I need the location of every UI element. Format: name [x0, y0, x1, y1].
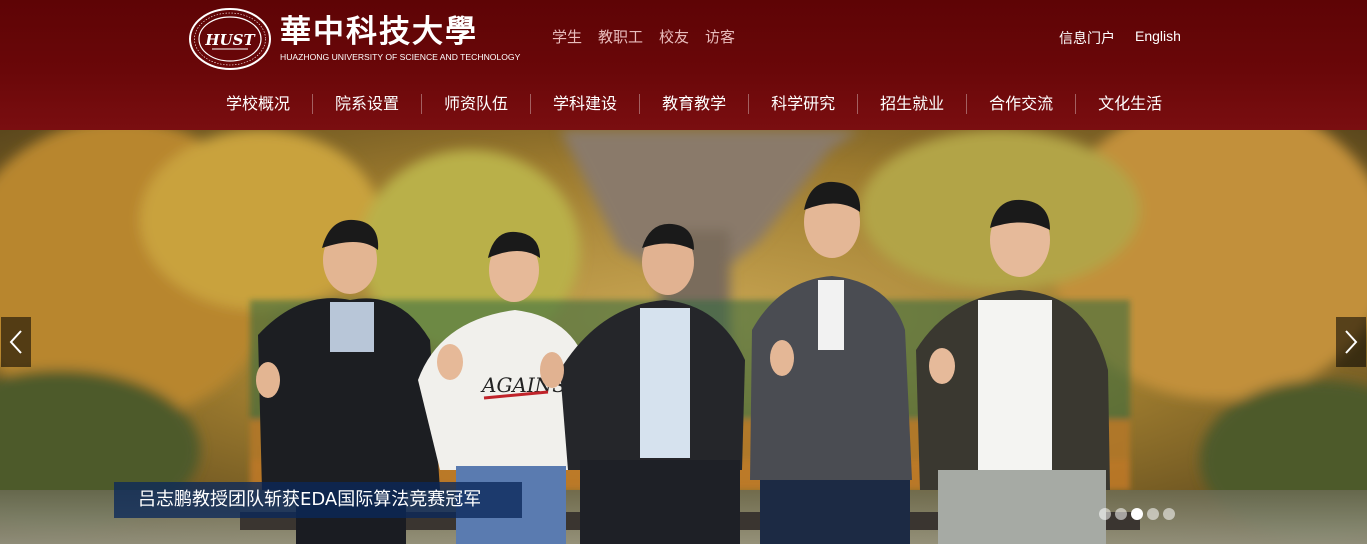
slider-next-button[interactable]: [1336, 317, 1366, 367]
slider-dot[interactable]: [1099, 508, 1111, 520]
top-right-links: 信息门户 English: [1059, 28, 1181, 48]
nav-item-about[interactable]: 学校概况: [204, 92, 312, 116]
site-header: HUST 華中科技大學 HUAZHONG UNIVERSITY OF SCIEN…: [0, 0, 1367, 130]
nav-item-cooperation[interactable]: 合作交流: [967, 92, 1075, 116]
slider-pagination: [1099, 508, 1175, 520]
nav-item-culture[interactable]: 文化生活: [1076, 92, 1184, 116]
nav-item-research[interactable]: 科学研究: [749, 92, 857, 116]
link-visitors[interactable]: 访客: [705, 26, 735, 47]
nav-item-faculty[interactable]: 师资队伍: [422, 92, 530, 116]
link-info-portal[interactable]: 信息门户: [1059, 28, 1115, 48]
link-alumni[interactable]: 校友: [659, 26, 689, 47]
slider-prev-button[interactable]: [1, 317, 31, 367]
chevron-right-icon: [1345, 330, 1358, 354]
university-logo[interactable]: HUST 華中科技大學 HUAZHONG UNIVERSITY OF SCIEN…: [188, 6, 520, 72]
main-nav: 学校概况 院系设置 师资队伍 学科建设 教育教学 科学研究 招生就业 合作交流 …: [204, 92, 1184, 116]
nav-item-admissions[interactable]: 招生就业: [858, 92, 966, 116]
link-students[interactable]: 学生: [552, 26, 582, 47]
nav-item-education[interactable]: 教育教学: [640, 92, 748, 116]
svg-text:HUST: HUST: [204, 31, 256, 49]
slider-dot[interactable]: [1147, 508, 1159, 520]
slider-dot-active[interactable]: [1131, 508, 1143, 520]
nav-item-disciplines[interactable]: 学科建设: [531, 92, 639, 116]
audience-links: 学生 教职工 校友 访客: [552, 26, 735, 47]
university-name-cn: 華中科技大學: [280, 14, 478, 50]
slider-dot[interactable]: [1163, 508, 1175, 520]
link-english[interactable]: English: [1135, 28, 1181, 48]
link-staff[interactable]: 教职工: [598, 26, 643, 47]
university-seal-icon: HUST: [189, 8, 271, 70]
slide-caption[interactable]: 吕志鹏教授团队斩获EDA国际算法竞赛冠军: [114, 482, 522, 518]
hero-slider: AGAINST 吕志鹏教授团队斩获EDA国际算法竞赛冠军: [0, 130, 1367, 544]
slide-caption-text: 吕志鹏教授团队斩获EDA国际算法竞赛冠军: [138, 489, 482, 510]
slider-dot[interactable]: [1115, 508, 1127, 520]
university-name-en: HUAZHONG UNIVERSITY OF SCIENCE AND TECHN…: [280, 52, 521, 62]
nav-item-schools[interactable]: 院系设置: [313, 92, 421, 116]
chevron-left-icon: [9, 330, 22, 354]
